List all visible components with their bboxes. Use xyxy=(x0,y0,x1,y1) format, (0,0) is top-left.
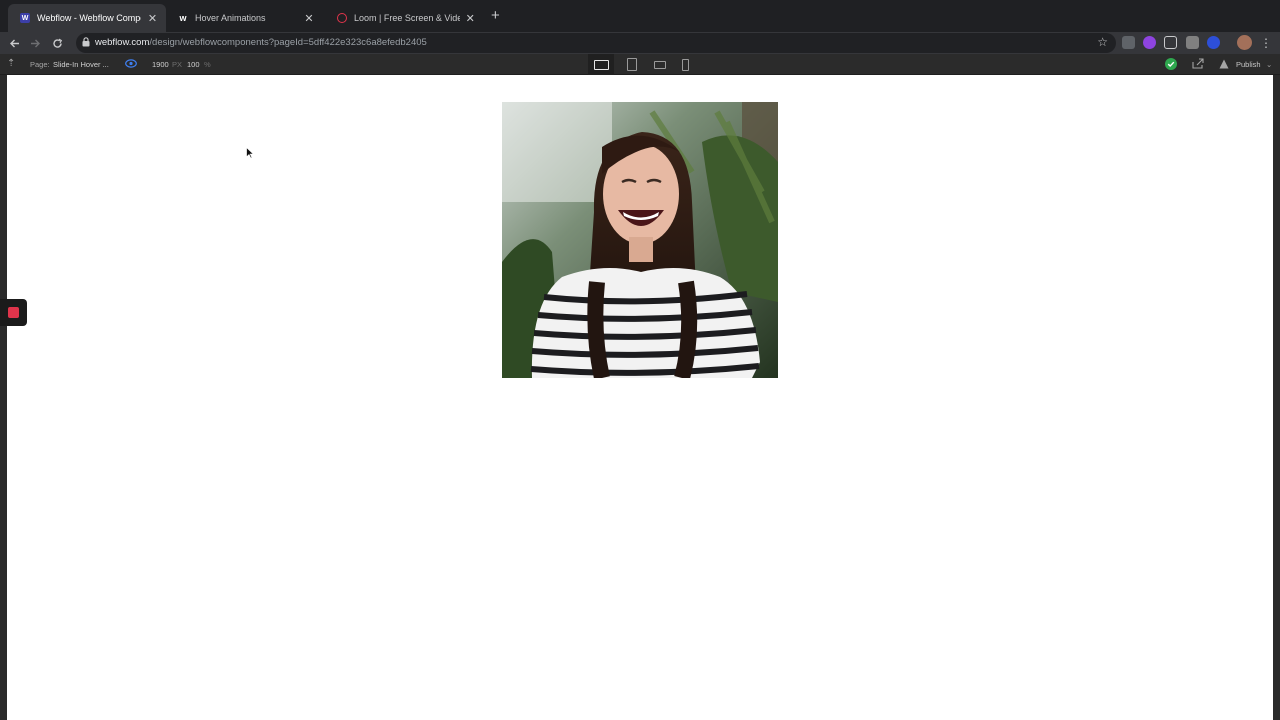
loom-icon xyxy=(337,13,347,23)
width-unit: PX xyxy=(172,60,183,69)
tab-title: Loom | Free Screen & Video Recording xyxy=(354,13,460,23)
menu-kebab-icon[interactable]: ⋮ xyxy=(1257,34,1275,52)
lock-icon xyxy=(82,37,90,47)
loom-extension-icon[interactable] xyxy=(1143,36,1156,49)
tab-webflow-components[interactable]: W Webflow - Webflow Components ✕ xyxy=(8,4,166,32)
publish-button[interactable]: Publish xyxy=(1236,60,1261,69)
tab-title: Webflow - Webflow Components xyxy=(37,13,141,23)
forward-button[interactable] xyxy=(26,34,44,52)
tablet-breakpoint-button[interactable] xyxy=(619,54,645,75)
desktop-icon xyxy=(593,59,609,70)
reload-icon xyxy=(52,38,62,48)
bookmark-star-icon[interactable]: ☆ xyxy=(1097,35,1108,49)
loom-record-button[interactable] xyxy=(0,299,27,326)
check-status-icon[interactable] xyxy=(1165,58,1177,72)
camera-extension-icon[interactable] xyxy=(1122,36,1135,49)
arrow-left-icon xyxy=(9,39,19,47)
browser-toolbar: webflow.com/design/webflowcomponents?pag… xyxy=(0,32,1280,54)
profile-avatar[interactable] xyxy=(1237,35,1252,50)
mobile-landscape-icon xyxy=(654,60,666,69)
tablet-icon xyxy=(627,58,637,71)
hover-image[interactable] xyxy=(502,102,778,378)
url-text: webflow.com/design/webflowcomponents?pag… xyxy=(95,37,427,48)
publish-rocket-icon xyxy=(1219,59,1229,71)
preview-eye-icon[interactable] xyxy=(125,59,137,70)
page-selector[interactable]: Slide-In Hover ... xyxy=(53,60,109,69)
share-icon[interactable] xyxy=(1192,58,1204,71)
export-arrow-icon[interactable]: ⇡ xyxy=(7,58,15,69)
tab-title: Hover Animations xyxy=(195,13,266,23)
close-icon[interactable]: ✕ xyxy=(302,12,316,25)
page-label: Page: xyxy=(30,60,50,69)
tab-loom[interactable]: Loom | Free Screen & Video Recording ✕ xyxy=(325,4,483,32)
close-icon[interactable]: ✕ xyxy=(466,12,475,25)
new-tab-button[interactable]: + xyxy=(491,8,500,24)
mouse-cursor-icon xyxy=(246,146,255,164)
mobile-portrait-breakpoint-button[interactable] xyxy=(672,54,698,75)
canvas-width-value[interactable]: 1900 xyxy=(152,60,169,69)
back-button[interactable] xyxy=(5,34,23,52)
reload-button[interactable] xyxy=(48,34,66,52)
chevron-down-icon[interactable]: ⌄ xyxy=(1266,60,1272,69)
zoom-unit: % xyxy=(204,60,211,69)
mobile-landscape-breakpoint-button[interactable] xyxy=(647,54,673,75)
designer-top-bar: ⇡ Page: Slide-In Hover ... 1900 PX 100 %… xyxy=(0,54,1280,75)
browser-tab-strip: W Webflow - Webflow Components ✕ w Hover… xyxy=(0,0,1280,32)
desktop-breakpoint-button[interactable] xyxy=(588,54,614,75)
a-extension-icon[interactable] xyxy=(1207,36,1220,49)
record-icon xyxy=(8,307,19,318)
canvas-left-gutter xyxy=(0,75,7,720)
tab-hover-animations[interactable]: w Hover Animations ✕ xyxy=(166,4,324,32)
pocket-extension-icon[interactable] xyxy=(1164,36,1177,49)
arrow-right-icon xyxy=(30,39,40,47)
close-icon[interactable]: ✕ xyxy=(147,12,158,25)
webflow-w-icon: w xyxy=(179,13,187,23)
zoom-value[interactable]: 100 xyxy=(187,60,200,69)
address-bar[interactable]: webflow.com/design/webflowcomponents?pag… xyxy=(76,33,1116,53)
mobile-portrait-icon xyxy=(681,58,689,71)
webflow-icon: W xyxy=(20,13,30,23)
canvas-right-gutter xyxy=(1273,75,1280,720)
wappalyzer-extension-icon[interactable] xyxy=(1186,36,1199,49)
